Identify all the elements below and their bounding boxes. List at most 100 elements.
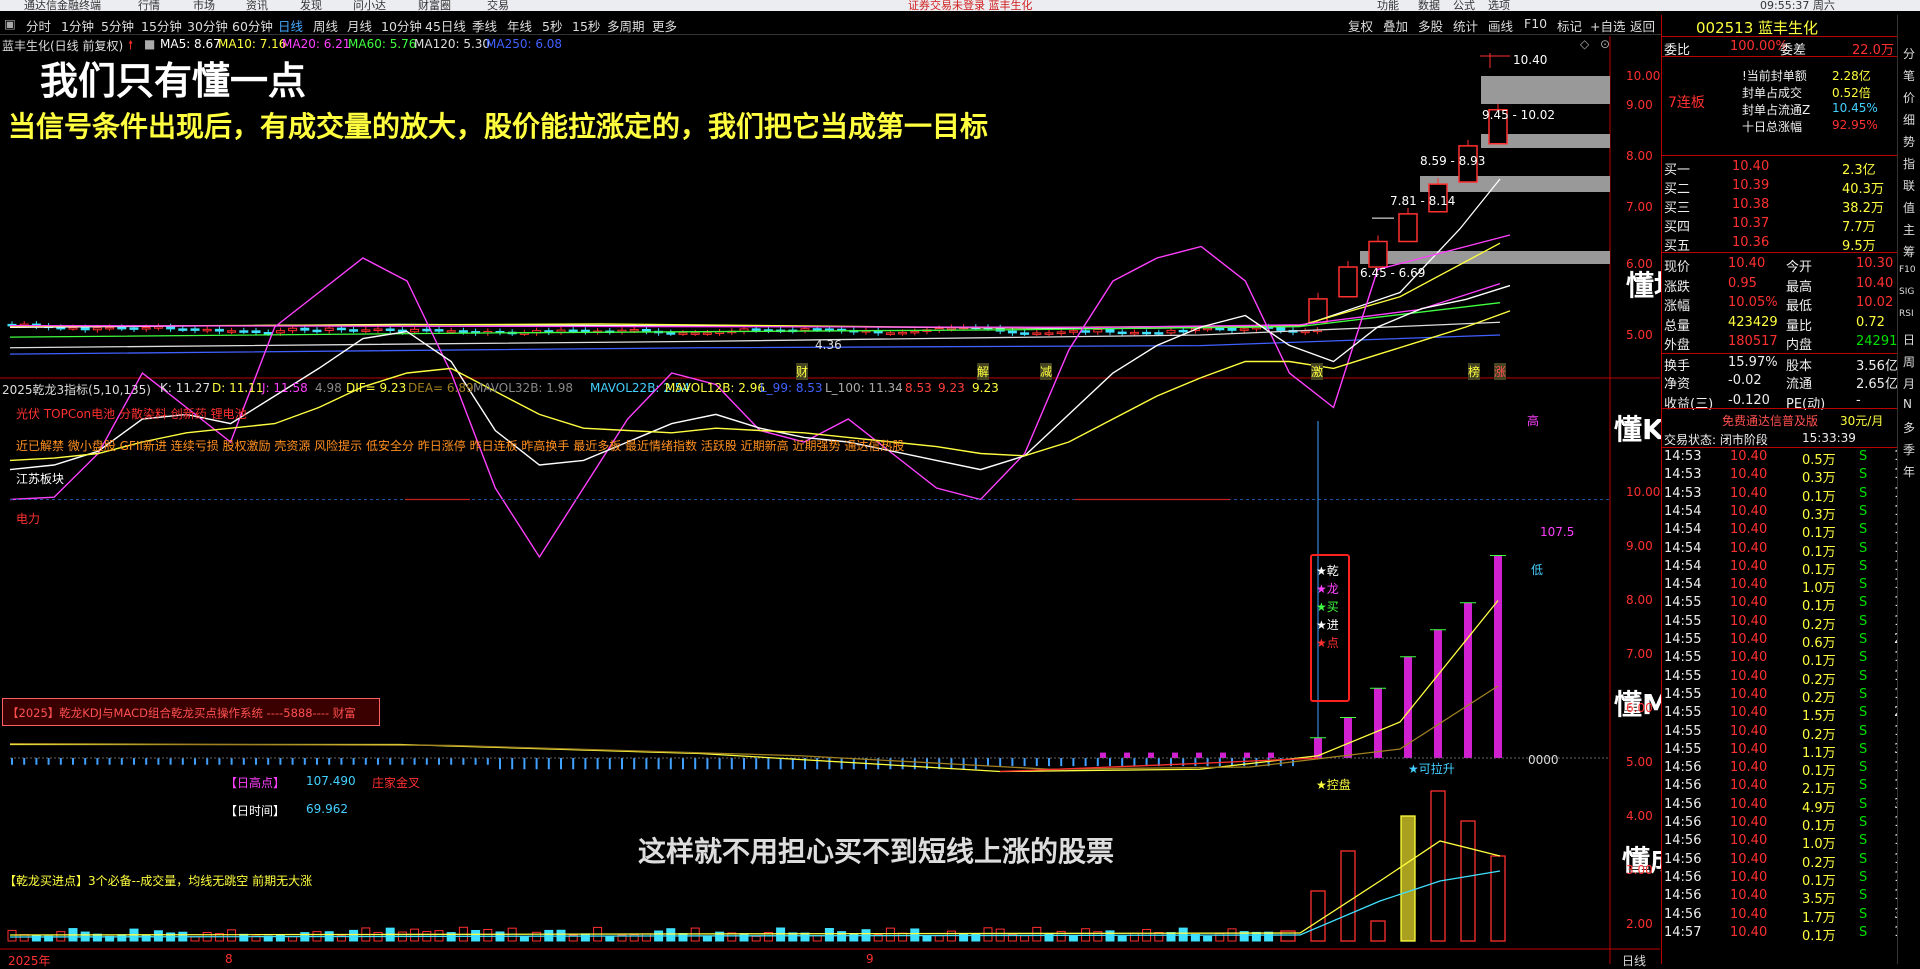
caption-title: 我们只有懂一点 [40,59,307,103]
pane-menu-icon[interactable]: ⊙ [1600,37,1610,51]
sidebar-tab[interactable]: F10 [1899,265,1916,275]
candle [190,328,200,331]
axis-tick: 6.00 [1626,257,1653,271]
tab-period-5s[interactable]: 5秒 [542,16,562,35]
chart-area[interactable]: 蓝丰生化(日线 前复权) 🠕 ■ MA5: 8.67 MA10: 7.16 MA… [0,36,1735,968]
axis-tick: 9.00 [1626,98,1653,112]
settings-icon[interactable]: ◇ [1580,37,1589,51]
tab-period-15s[interactable]: 15秒 [572,16,600,35]
volume-bar [519,935,529,942]
tab-period-weekly[interactable]: 周线 [313,16,338,35]
tab-period-fenshi[interactable]: 分时 [26,16,51,35]
candle [385,328,395,331]
menu-data[interactable]: 数据 [1418,0,1440,11]
promo-price[interactable]: 30元/月 [1840,412,1883,429]
sidebar-tab[interactable]: 势 [1903,133,1915,150]
sidebar-tab[interactable]: 价 [1903,89,1915,106]
info-cell: 10.02 [1856,295,1894,310]
menu-formula[interactable]: 公式 [1453,0,1475,11]
menu-quotes[interactable]: 行情 [138,0,160,11]
sidebar-tab[interactable]: 主 [1903,221,1915,238]
tab-period-1min[interactable]: 1分钟 [61,16,94,35]
sidebar-tab[interactable]: 季 [1903,441,1915,458]
sidebar-tab[interactable]: 多 [1903,419,1915,436]
tab-period-5min[interactable]: 5分钟 [101,16,134,35]
tick-cell: 14:53 [1664,449,1702,464]
ma60-value: MA60: 5.76 [348,37,417,51]
kdj-high-label: 高 [1527,414,1540,428]
info-cell: 总量 [1664,318,1691,334]
menu-discover[interactable]: 发现 [300,0,322,11]
tab-period-10min[interactable]: 10分钟 [381,16,422,35]
promo-bar[interactable]: 免费通达信普及版 30元/月 [1662,408,1904,428]
tab-period-monthly[interactable]: 月线 [347,16,372,35]
tab-period-multi[interactable]: 多周期 [607,16,645,35]
tab-period-15min[interactable]: 15分钟 [141,16,182,35]
candle [312,329,322,333]
event-label[interactable]: 榜 [1468,363,1481,380]
toolbar-restore-button[interactable]: 复权 [1348,16,1373,35]
tab-period-more[interactable]: 更多 [652,16,677,35]
tick-row: 14:5310.400.1万S1 [1662,486,1904,505]
bid-book: 买一 10.40 2.3亿 买二 10.39 40.3万 买三 10.38 38.2万 买四… [1662,158,1904,254]
tick-row: 14:5610.400.1万S1 [1662,870,1904,889]
sidebar-tab[interactable]: N [1903,397,1912,411]
toolbar-menu-icon[interactable]: ▣ [4,16,16,31]
event-label[interactable]: 解 [977,363,990,380]
sidebar-tab[interactable]: 筹 [1903,243,1915,260]
menu-wealth[interactable]: 财富圈 [418,0,451,11]
indicator-title[interactable]: 2025乾龙3指标(5,10,135) [2,381,151,398]
sidebar-tab[interactable]: 月 [1903,375,1915,392]
menu-ask[interactable]: 问小达 [353,0,386,11]
indicator-value: 9.23 [938,381,965,395]
sidebar-tab[interactable]: 分 [1903,45,1915,62]
tab-period-45day[interactable]: 45日线 [425,16,466,35]
tab-period-quarter[interactable]: 季线 [472,16,497,35]
event-label[interactable]: 激 [1311,363,1324,380]
sidebar-tab[interactable]: SIG [1899,287,1914,297]
candle [1142,331,1152,335]
toolbar-addfav-button[interactable]: +自选 [1590,16,1625,35]
tab-period-60min[interactable]: 60分钟 [232,16,273,35]
sidebar-tab[interactable]: 指 [1903,155,1915,172]
sidebar-tab[interactable]: 年 [1903,463,1915,480]
sidebar-tab[interactable]: 日 [1903,331,1915,348]
info-cell: 现价 [1664,260,1691,275]
menu-market[interactable]: 市场 [193,0,215,11]
promo-text[interactable]: 免费通达信普及版 [1722,412,1818,429]
tab-period-year[interactable]: 年线 [507,16,532,35]
candle [336,327,346,331]
toolbar-mark-button[interactable]: 标记 [1557,16,1582,35]
event-label[interactable]: 减 [1040,363,1053,380]
tab-period-daily[interactable]: 日线 [278,16,303,35]
limit-zone [1420,176,1610,192]
sidebar-tab[interactable]: 值 [1903,199,1915,216]
menu-options[interactable]: 选项 [1488,0,1510,11]
toolbar-multistock-button[interactable]: 多股 [1418,16,1443,35]
toolbar-overlay-button[interactable]: 叠加 [1383,16,1408,35]
sidebar-tab[interactable]: 细 [1903,111,1915,128]
menu-trade[interactable]: 交易 [487,0,509,11]
tab-period-30min[interactable]: 30分钟 [187,16,228,35]
sidebar-tab[interactable]: 笔 [1903,67,1915,84]
menu-news[interactable]: 资讯 [246,0,268,11]
toolbar-f10-button[interactable]: F10 [1524,16,1547,31]
event-label[interactable]: 财 [796,363,809,380]
toolbar-stats-button[interactable]: 统计 [1453,16,1478,35]
toolbar-draw-button[interactable]: 画线 [1488,16,1513,35]
tick-list[interactable]: 14:5310.400.5万S114:5310.400.3万S114:5310.… [1662,449,1904,964]
sidebar-tab[interactable]: 周 [1903,353,1915,370]
sidebar-tab[interactable]: RSI [1899,309,1914,319]
toolbar-back-button[interactable]: 返回 [1630,16,1655,35]
tick-cell: S [1859,888,1868,904]
volume-bar [239,933,249,942]
tick-cell: 10.40 [1730,796,1768,812]
sidebar-tab[interactable]: 联 [1903,177,1915,194]
volume-bar [678,933,688,942]
tick-cell: S [1859,705,1868,721]
tick-cell: 2.1万 [1802,782,1836,798]
menu-function[interactable]: 功能 [1377,0,1399,11]
event-label[interactable]: 涨 [1494,363,1507,380]
ma5-line [9,178,1501,330]
tick-row: 14:5410.400.1万S1 [1662,522,1904,541]
